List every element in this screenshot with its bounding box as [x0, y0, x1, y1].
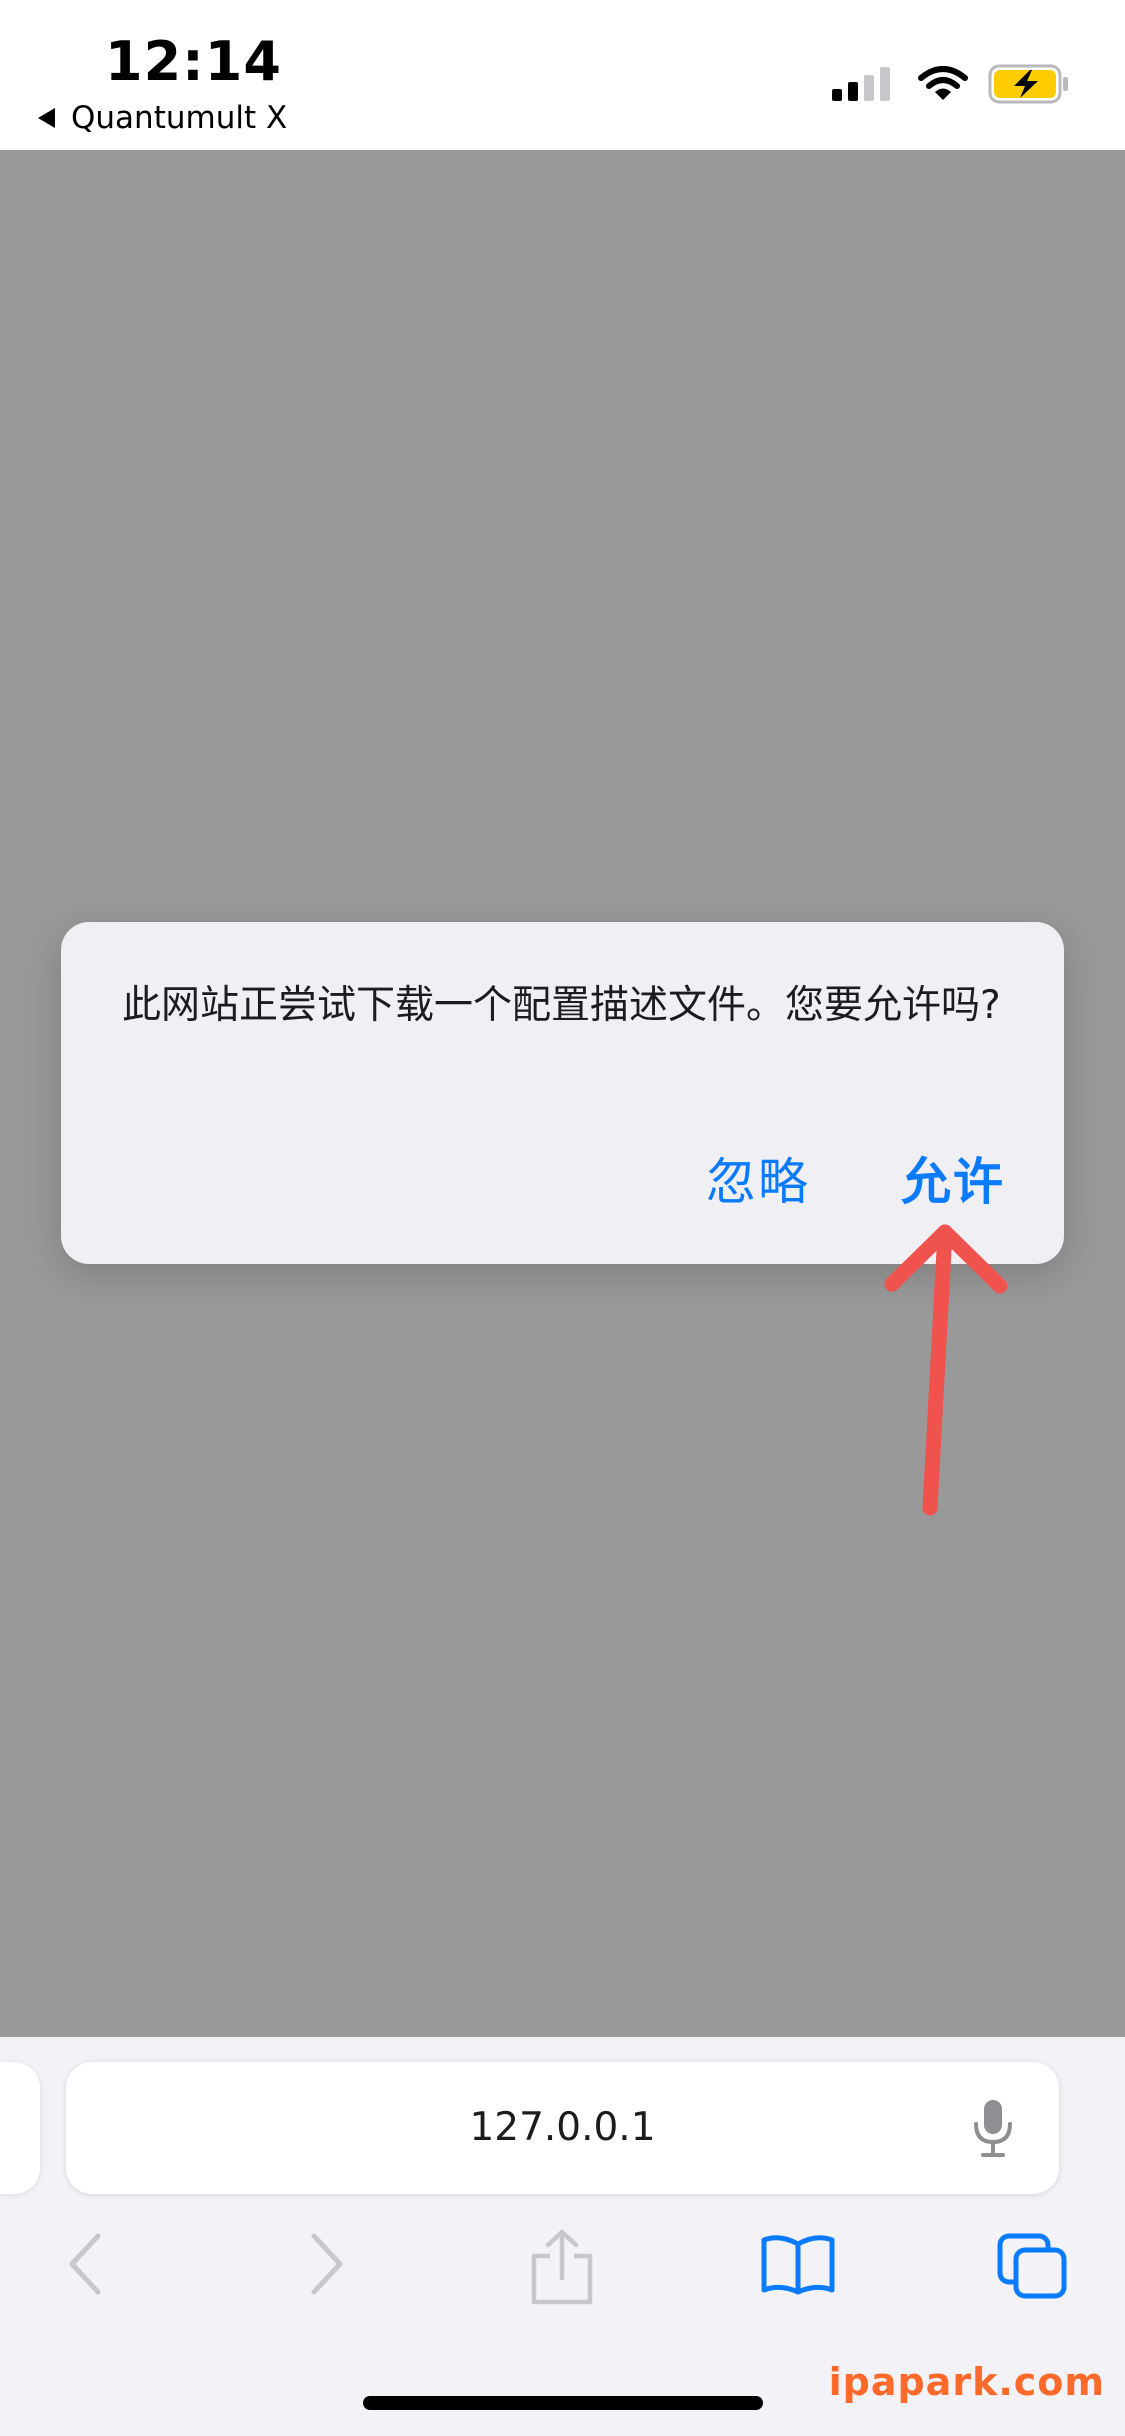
battery-charging-icon: [988, 64, 1068, 104]
status-bar: 12:14 Quantumult X: [0, 0, 1125, 150]
watermark: ipapark.com: [828, 2360, 1105, 2404]
back-chevron-icon[interactable]: [66, 2232, 106, 2296]
back-app-label: Quantumult X: [71, 100, 288, 136]
microphone-icon[interactable]: [971, 2098, 1015, 2158]
back-triangle-icon: [38, 108, 55, 128]
profile-download-alert: 此网站正尝试下载一个配置描述文件。您要允许吗? 忽略 允许: [61, 922, 1064, 1264]
address-bar[interactable]: 127.0.0.1: [66, 2062, 1059, 2194]
home-indicator: [363, 2396, 763, 2410]
status-indicators: [832, 64, 1070, 104]
status-time: 12:14: [105, 30, 282, 93]
forward-chevron-icon[interactable]: [306, 2232, 346, 2296]
allow-button[interactable]: 允许: [901, 1142, 1005, 1214]
previous-tab-peek[interactable]: [0, 2062, 40, 2194]
back-to-app-link[interactable]: Quantumult X: [38, 100, 287, 136]
wifi-icon: [918, 66, 968, 100]
tabs-icon[interactable]: [996, 2232, 1068, 2300]
ignore-button[interactable]: 忽略: [706, 1142, 810, 1214]
alert-message: 此网站正尝试下载一个配置描述文件。您要允许吗?: [122, 983, 1001, 1028]
signal-icon: [832, 67, 890, 101]
url-text: 127.0.0.1: [469, 2105, 656, 2150]
share-icon[interactable]: [528, 2228, 596, 2306]
bookmarks-icon[interactable]: [760, 2232, 836, 2296]
